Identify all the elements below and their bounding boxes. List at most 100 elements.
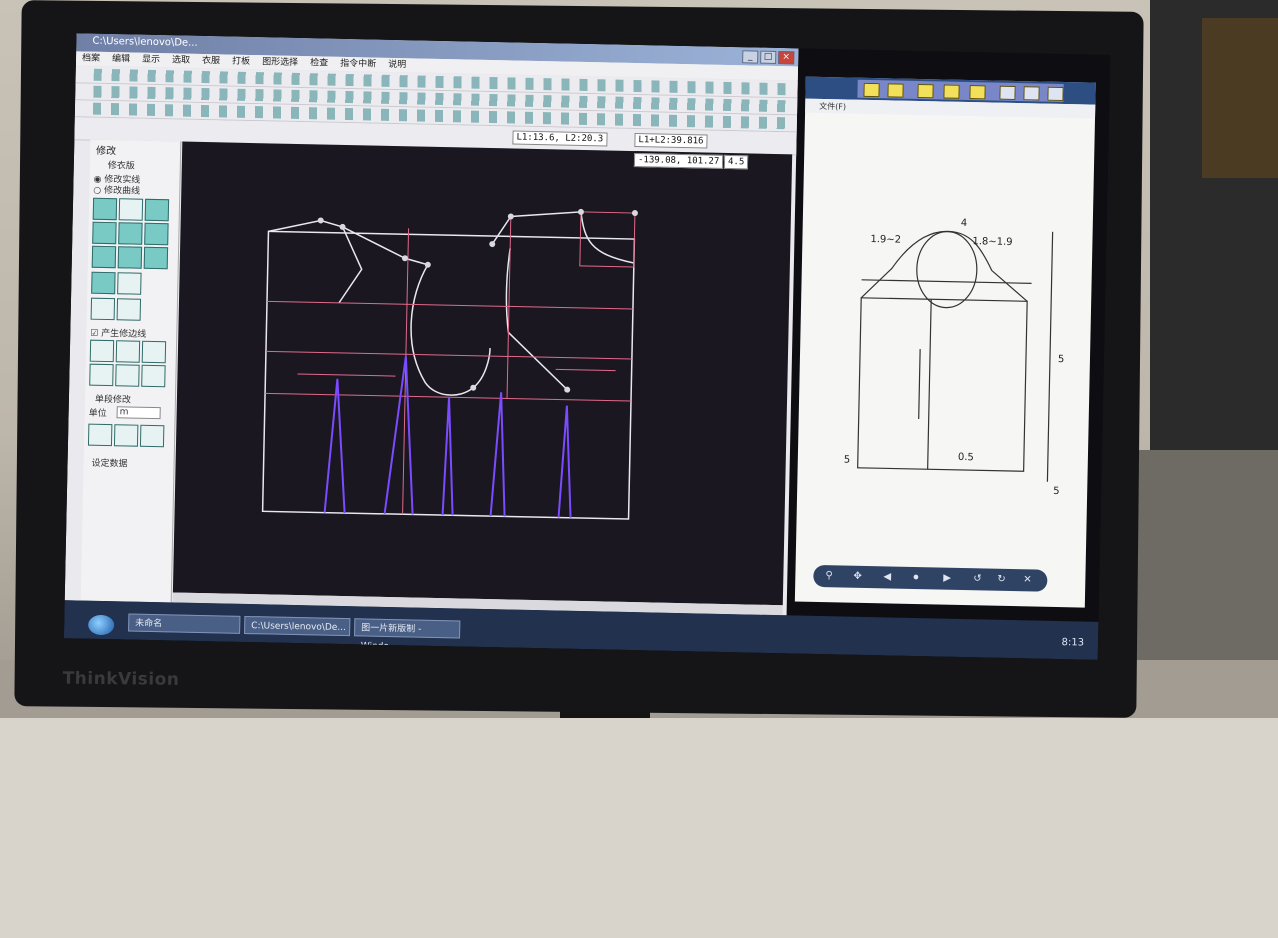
pattern-drawing — [261, 208, 638, 520]
control-point[interactable] — [424, 261, 431, 268]
maximize-icon[interactable]: □ — [760, 50, 777, 64]
monitor-bezel: ThinkVision C:\Users\lenovo\De... _ □ × … — [14, 0, 1144, 718]
tool-button[interactable] — [118, 198, 144, 221]
taskbar-button[interactable]: 未命名 — [128, 613, 241, 634]
dart-purple — [323, 378, 346, 514]
sleeve-body — [857, 297, 1028, 472]
menu-interrupt[interactable]: 指令中断 — [340, 57, 376, 72]
tool-button[interactable] — [115, 364, 140, 387]
monitor-brand: ThinkVision — [62, 668, 180, 690]
control-point[interactable] — [631, 210, 638, 217]
photo-viewer-window: 文件(F) 1.9~2 1.8~1.9 4 5 0.5 5 5 ⚲ ✥ ◀ ⏺ … — [794, 76, 1096, 608]
slideshow-icon[interactable]: ⏺ — [913, 572, 918, 583]
taskbar-button[interactable]: 图一片新版制 - Windo... — [354, 618, 461, 652]
tool-button[interactable] — [141, 364, 166, 388]
dart-line — [338, 226, 363, 304]
measure-field-1: L1:13.6, L2:20.3 — [512, 130, 608, 147]
cap-line — [861, 279, 1032, 284]
menu-garment[interactable]: 衣服 — [202, 54, 220, 68]
control-point[interactable] — [317, 217, 324, 224]
pattern-outline — [261, 230, 636, 520]
tool-button[interactable] — [89, 363, 114, 387]
dart-purple — [441, 397, 454, 516]
guide-line — [506, 216, 512, 399]
menu-shape[interactable]: 图形选择 — [262, 55, 298, 70]
viewer-menu-file[interactable]: 文件(F) — [819, 101, 846, 113]
tool-button[interactable] — [91, 271, 116, 295]
tool-button[interactable] — [116, 298, 142, 321]
tool-button[interactable] — [117, 272, 142, 295]
tool-button[interactable] — [117, 246, 143, 269]
delete-icon[interactable]: ✕ — [1023, 574, 1032, 585]
fit-icon[interactable]: ✥ — [853, 571, 862, 582]
label-bottom: 5 — [1053, 486, 1060, 497]
close-icon[interactable]: × — [778, 51, 795, 65]
menu-select[interactable]: 选取 — [172, 53, 190, 67]
checkbox-label: 产生修边线 — [101, 328, 147, 340]
rotate-left-icon[interactable]: ↺ — [973, 573, 982, 584]
label-left: 5 — [844, 454, 851, 465]
menu-edit[interactable]: 编辑 — [112, 52, 130, 66]
start-orb-icon[interactable] — [87, 614, 115, 636]
grain-arrow — [918, 349, 921, 420]
layout-icon[interactable] — [887, 83, 904, 98]
tool-button[interactable] — [92, 221, 117, 245]
label-top: 4 — [961, 218, 968, 229]
monitor-icon[interactable] — [1023, 86, 1040, 101]
zoom-readout: 4.5 — [723, 154, 749, 170]
menu-draft[interactable]: 打板 — [232, 55, 250, 69]
tool-button[interactable] — [115, 340, 141, 363]
tool-button[interactable] — [113, 424, 139, 447]
control-point[interactable] — [577, 208, 584, 215]
layout-icon[interactable] — [863, 82, 880, 98]
cad-title: C:\Users\lenovo\De... — [92, 35, 198, 49]
tool-button[interactable] — [144, 198, 170, 222]
viewer-controls: ⚲ ✥ ◀ ⏺ ▶ ↺ ↻ ✕ — [813, 564, 1048, 592]
dart-purple — [489, 392, 506, 517]
unit-input[interactable]: m — [116, 406, 161, 420]
radio-modify-curve[interactable]: ○ 修改曲线 — [93, 183, 140, 197]
tool-button[interactable] — [141, 340, 167, 364]
dart-purple — [557, 405, 572, 518]
next-icon[interactable]: ▶ — [943, 573, 951, 584]
layout-icon[interactable] — [969, 85, 986, 100]
unit-label: 单位 — [88, 408, 107, 420]
menu-view[interactable]: 显示 — [142, 53, 160, 67]
label-cuff: 0.5 — [958, 452, 974, 463]
tool-button[interactable] — [91, 245, 117, 269]
panel-title: 修改 — [95, 145, 117, 158]
clock-icon[interactable] — [999, 85, 1016, 100]
tool-button[interactable] — [118, 222, 143, 245]
rotate-right-icon[interactable]: ↻ — [997, 574, 1006, 585]
checkbox-edge-line[interactable]: ☑ 产生修边线 — [90, 326, 146, 340]
cad-window: C:\Users\lenovo\De... _ □ × 档案 编辑 显示 选取 … — [64, 33, 799, 616]
minimize-icon[interactable]: _ — [742, 50, 759, 64]
drafting-canvas[interactable] — [172, 141, 793, 606]
dart-purple — [383, 356, 414, 515]
menu-file[interactable]: 档案 — [82, 51, 100, 65]
tool-button[interactable] — [89, 339, 115, 363]
monitor-screen: C:\Users\lenovo\De... _ □ × 档案 编辑 显示 选取 … — [63, 33, 1111, 660]
menu-help[interactable]: 说明 — [388, 58, 406, 72]
control-point[interactable] — [339, 223, 346, 230]
menu-check[interactable]: 检查 — [310, 56, 328, 70]
panel-subtitle: 修衣版 — [107, 161, 135, 172]
tool-button[interactable] — [90, 297, 116, 321]
tool-button[interactable] — [144, 222, 169, 246]
prev-icon[interactable]: ◀ — [883, 571, 891, 582]
clock[interactable]: 8:13 — [1061, 637, 1084, 648]
label-cap-right: 1.8~1.9 — [972, 236, 1012, 248]
arrow-line — [297, 373, 396, 377]
tool-button[interactable] — [92, 197, 118, 221]
taskbar-button[interactable]: C:\Users\lenovo\De... — [244, 615, 351, 637]
layout-icon[interactable] — [943, 84, 960, 99]
tool-button[interactable] — [139, 424, 165, 448]
settings-label[interactable]: 设定数据 — [91, 456, 127, 470]
zoom-icon[interactable]: ⚲ — [825, 570, 833, 581]
speaker-icon[interactable] — [1047, 86, 1064, 102]
control-point[interactable] — [401, 255, 408, 262]
tool-button[interactable] — [143, 246, 169, 270]
tool-button[interactable] — [87, 423, 113, 447]
side-curve — [505, 248, 568, 391]
layout-icon[interactable] — [917, 83, 934, 99]
